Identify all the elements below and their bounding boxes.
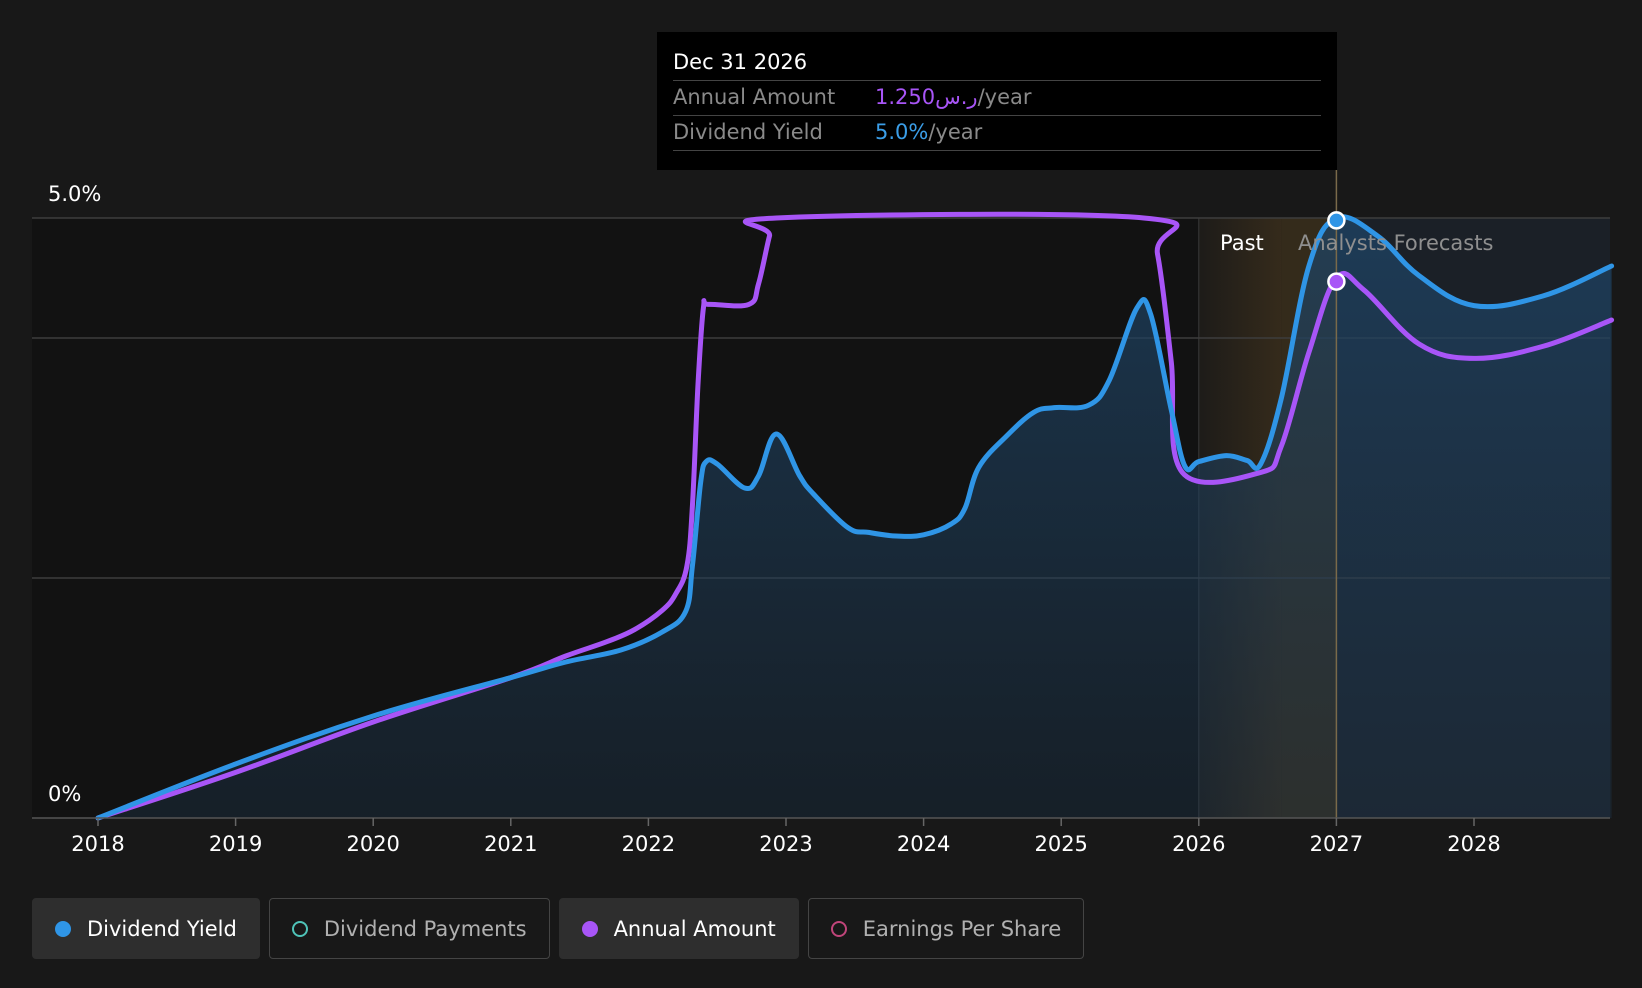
x-tick-label: 2019 <box>209 832 262 856</box>
legend-label: Earnings Per Share <box>862 916 1062 941</box>
tooltip-unit: /year <box>928 120 983 144</box>
dividend-yield-marker <box>1327 211 1346 230</box>
legend-label: Dividend Payments <box>323 916 527 941</box>
annual-amount-marker <box>1327 272 1346 291</box>
filled-dot-icon <box>581 920 598 937</box>
chart-legend: Dividend Yield Dividend Payments Annual … <box>32 898 1085 959</box>
legend-annual-amount[interactable]: Annual Amount <box>558 898 799 959</box>
y-tick-label-zero: 0% <box>48 782 81 806</box>
legend-earnings-per-share[interactable]: Earnings Per Share <box>807 898 1085 959</box>
x-tick-label: 2020 <box>346 832 399 856</box>
x-tick-label: 2027 <box>1310 832 1363 856</box>
tooltip-value: 1.250ر.س <box>875 85 978 109</box>
hollow-dot-icon <box>830 920 847 937</box>
tooltip-unit: /year <box>977 85 1032 109</box>
tooltip-row-dividend-yield: Dividend Yield 5.0% /year <box>673 116 1321 151</box>
x-tick-label: 2021 <box>484 832 537 856</box>
x-tick-label: 2018 <box>71 832 124 856</box>
legend-label: Annual Amount <box>613 916 776 941</box>
x-tick-label: 2023 <box>759 832 812 856</box>
tooltip-value: 5.0% <box>875 120 929 144</box>
x-tick-label: 2025 <box>1034 832 1087 856</box>
past-label: Past <box>1220 231 1264 255</box>
filled-dot-icon <box>55 920 71 937</box>
tooltip-label: Dividend Yield <box>673 120 823 144</box>
tooltip-date: Dec 31 2026 <box>673 46 1321 81</box>
legend-label: Dividend Yield <box>87 916 237 941</box>
x-tick-label: 2028 <box>1447 832 1500 856</box>
legend-dividend-payments[interactable]: Dividend Payments <box>268 898 550 959</box>
x-tick-label: 2024 <box>897 832 950 856</box>
x-tick-label: 2022 <box>622 832 675 856</box>
chart-tooltip: Dec 31 2026 Annual Amount 1.250ر.س /year… <box>657 32 1337 170</box>
legend-dividend-yield[interactable]: Dividend Yield <box>32 898 260 959</box>
hollow-dot-icon <box>291 920 308 937</box>
y-tick-label-top: 5.0% <box>48 182 101 206</box>
forecast-label: Analysts Forecasts <box>1298 231 1493 255</box>
tooltip-label: Annual Amount <box>673 85 836 109</box>
tooltip-row-annual-amount: Annual Amount 1.250ر.س /year <box>673 81 1321 116</box>
x-tick-label: 2026 <box>1172 832 1225 856</box>
